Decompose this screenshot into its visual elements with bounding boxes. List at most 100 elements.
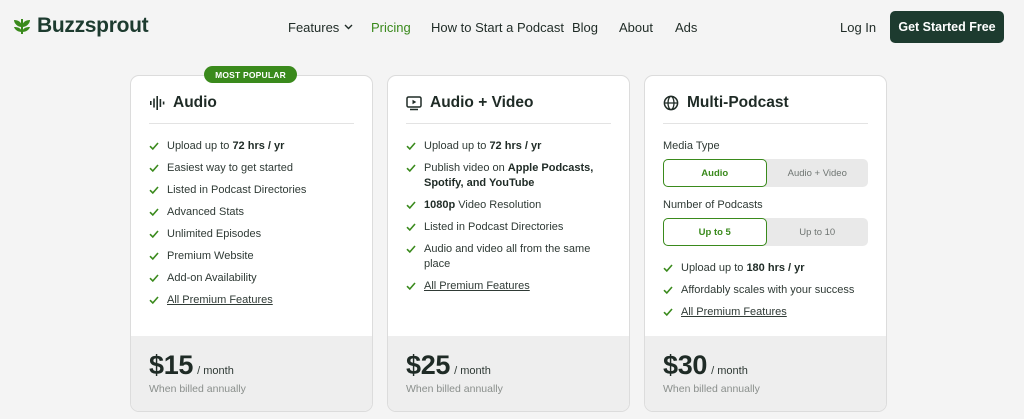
check-icon: [663, 264, 673, 273]
feature-list: Upload up to 72 hrs / yr Easiest way to g…: [149, 139, 358, 315]
soundwave-icon: [150, 96, 165, 110]
feature-item: Listed in Podcast Directories: [406, 220, 615, 235]
podcast-count-label: Number of Podcasts: [663, 199, 763, 211]
top-nav: Buzzsprout Features Pricing How to Start…: [0, 0, 1024, 56]
plan-card-multi-podcast: Multi-Podcast Media Type Audio Audio + V…: [644, 75, 887, 412]
feature-highlight: 72 hrs / yr: [232, 140, 285, 152]
nav-blog[interactable]: Blog: [572, 20, 598, 35]
check-icon: [406, 223, 416, 232]
feature-text: Video Resolution: [455, 199, 542, 211]
feature-text: Audio and video all from the same place: [424, 243, 591, 270]
billing-note: When billed annually: [663, 383, 760, 395]
feature-item: Unlimited Episodes: [149, 227, 358, 242]
check-icon: [406, 245, 416, 254]
media-option-audio[interactable]: Audio: [663, 159, 767, 187]
card-header: Multi-Podcast: [663, 94, 868, 124]
feature-text: Upload up to: [167, 140, 233, 152]
feature-item: Upload up to 72 hrs / yr: [149, 139, 358, 154]
card-header: Audio: [149, 94, 354, 124]
feature-text: Easiest way to get started: [167, 162, 293, 174]
price-box: $15 / month When billed annually: [131, 336, 372, 411]
card-header: Audio + Video: [406, 94, 611, 124]
check-icon: [406, 282, 416, 291]
check-icon: [406, 201, 416, 210]
all-premium-features-link[interactable]: All Premium Features: [681, 306, 787, 318]
check-icon: [149, 186, 159, 195]
feature-text: Listed in Podcast Directories: [167, 184, 307, 196]
video-play-icon: [406, 96, 422, 111]
feature-item: Premium Website: [149, 249, 358, 264]
feature-highlight: 1080p: [424, 199, 456, 211]
brand-name: Buzzsprout: [37, 14, 149, 37]
price-value: $30: [663, 350, 708, 380]
check-icon: [663, 308, 673, 317]
feature-text: Unlimited Episodes: [167, 228, 262, 240]
all-premium-features-link[interactable]: All Premium Features: [167, 294, 273, 306]
feature-highlight: 72 hrs / yr: [489, 140, 542, 152]
plan-card-audio: Audio Upload up to 72 hrs / yr Easiest wa…: [130, 75, 373, 412]
plan-title: Multi-Podcast: [687, 94, 789, 111]
nav-how-to[interactable]: How to Start a Podcast: [431, 20, 564, 35]
media-type-toggle: Audio Audio + Video: [663, 159, 868, 187]
count-option-10[interactable]: Up to 10: [767, 218, 869, 246]
feature-text: Affordably scales with your success: [681, 284, 855, 296]
check-icon: [149, 230, 159, 239]
feature-item: Publish video on Apple Podcasts, Spotify…: [406, 161, 615, 191]
feature-list: Upload up to 180 hrs / yr Affordably scal…: [663, 261, 872, 327]
feature-item: Affordably scales with your success: [663, 283, 872, 298]
most-popular-badge: MOST POPULAR: [204, 66, 297, 83]
billing-note: When billed annually: [149, 383, 246, 395]
feature-item: Easiest way to get started: [149, 161, 358, 176]
price-period: / month: [197, 365, 234, 377]
billing-note: When billed annually: [406, 383, 503, 395]
nav-about[interactable]: About: [619, 20, 653, 35]
feature-item: 1080p Video Resolution: [406, 198, 615, 213]
check-icon: [406, 142, 416, 151]
feature-text: Advanced Stats: [167, 206, 245, 218]
feature-text: Premium Website: [167, 250, 254, 262]
media-type-label: Media Type: [663, 140, 720, 152]
get-started-button[interactable]: Get Started Free: [890, 11, 1004, 43]
leaf-logo-icon: [14, 19, 30, 35]
price-period: / month: [454, 365, 491, 377]
nav-pricing[interactable]: Pricing: [371, 20, 411, 35]
feature-list: Upload up to 72 hrs / yr Publish video on…: [406, 139, 615, 301]
feature-text: Listed in Podcast Directories: [424, 221, 564, 233]
price-value: $25: [406, 350, 451, 380]
brand-logo[interactable]: Buzzsprout: [12, 14, 149, 38]
feature-item: All Premium Features: [663, 305, 872, 320]
check-icon: [149, 296, 159, 305]
all-premium-features-link[interactable]: All Premium Features: [424, 280, 530, 292]
login-link[interactable]: Log In: [840, 20, 876, 35]
feature-text: Add-on Availability: [167, 272, 257, 284]
check-icon: [149, 252, 159, 261]
feature-item: Upload up to 180 hrs / yr: [663, 261, 872, 276]
check-icon: [149, 142, 159, 151]
feature-text: Upload up to: [681, 262, 747, 274]
feature-item: Upload up to 72 hrs / yr: [406, 139, 615, 154]
nav-features-label: Features: [288, 20, 340, 35]
nav-features[interactable]: Features: [288, 20, 353, 35]
feature-text: Publish video on: [424, 162, 508, 174]
price-box: $25 / month When billed annually: [388, 336, 629, 411]
feature-item: Audio and video all from the same place: [406, 242, 615, 272]
check-icon: [663, 286, 673, 295]
feature-highlight: 180 hrs / yr: [746, 262, 805, 274]
check-icon: [406, 164, 416, 173]
nav-ads[interactable]: Ads: [675, 20, 697, 35]
podcast-count-toggle: Up to 5 Up to 10: [663, 218, 868, 246]
plan-card-audio-video: Audio + Video Upload up to 72 hrs / yr Pu…: [387, 75, 630, 412]
count-option-5[interactable]: Up to 5: [663, 218, 767, 246]
check-icon: [149, 164, 159, 173]
check-icon: [149, 208, 159, 217]
media-option-audio-video[interactable]: Audio + Video: [767, 159, 869, 187]
feature-item: Add-on Availability: [149, 271, 358, 286]
plan-title: Audio: [173, 94, 217, 111]
chevron-down-icon: [344, 24, 353, 30]
price-box: $30 / month When billed annually: [645, 336, 886, 411]
feature-item: Advanced Stats: [149, 205, 358, 220]
price-period: / month: [711, 365, 748, 377]
check-icon: [149, 274, 159, 283]
globe-icon: [663, 95, 679, 111]
feature-item: All Premium Features: [149, 293, 358, 308]
